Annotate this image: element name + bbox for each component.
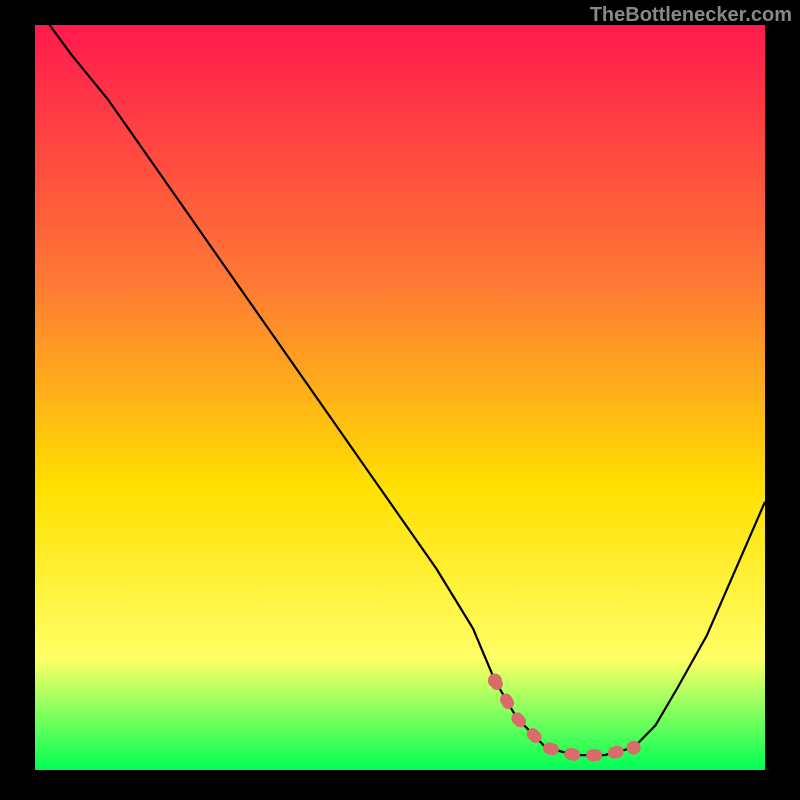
plot-area [35,25,765,770]
chart-container: TheBottlenecker.com [0,0,800,800]
gradient-background [35,25,765,770]
watermark-text: TheBottlenecker.com [590,4,792,27]
chart-svg [35,25,765,770]
